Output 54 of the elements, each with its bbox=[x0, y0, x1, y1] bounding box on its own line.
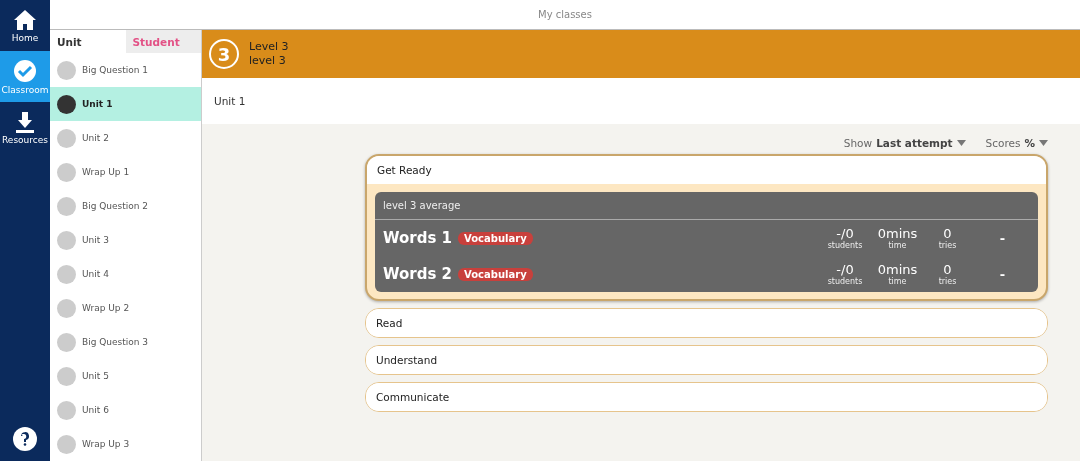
stat-label: tries bbox=[938, 240, 957, 250]
caret-icon bbox=[1039, 140, 1048, 146]
stat-label: time bbox=[888, 276, 907, 286]
score-value: - bbox=[998, 266, 1007, 282]
status-dot-icon bbox=[57, 366, 76, 386]
status-dot-icon bbox=[57, 162, 76, 182]
activity-name: Words 1 bbox=[383, 229, 453, 247]
level-badge: 3 bbox=[209, 39, 239, 69]
unit-title: Unit 1 bbox=[202, 78, 1080, 124]
status-dot-icon bbox=[57, 264, 76, 284]
stat-value: -/0 bbox=[836, 226, 854, 241]
section-title: Read bbox=[376, 317, 403, 329]
sidebar-item[interactable]: Unit 1 bbox=[50, 87, 201, 121]
section-title: Understand bbox=[376, 354, 438, 366]
help-icon[interactable] bbox=[13, 427, 37, 451]
status-dot-icon bbox=[57, 196, 76, 216]
status-dot-icon bbox=[57, 128, 76, 148]
caret-icon bbox=[956, 140, 966, 146]
stat-value: 0 bbox=[943, 262, 952, 277]
average-label: level 3 average bbox=[375, 192, 1038, 220]
status-dot-icon bbox=[57, 94, 76, 114]
section-card[interactable]: Get Ready level 3 average Words 1 Vocabulary -/0 students 0mins time 0 tries - Words 2 Vocabulary -/0 students 0mins time 0 tries - bbox=[365, 154, 1048, 301]
status-dot-icon bbox=[57, 400, 76, 420]
status-dot-icon bbox=[57, 298, 76, 318]
status-dot-icon bbox=[57, 230, 76, 250]
checkmark-icon bbox=[13, 58, 37, 83]
stat-value: 0 bbox=[943, 226, 952, 241]
section-card[interactable]: Read bbox=[365, 308, 1048, 338]
activity-tag: Vocabulary bbox=[458, 231, 533, 245]
filter-dropdown[interactable]: Scores % bbox=[985, 132, 1048, 154]
stat-value: 0mins bbox=[877, 226, 918, 241]
level-subtitle: level 3 bbox=[249, 54, 287, 68]
nav-item[interactable]: Resources bbox=[0, 102, 50, 153]
section-title: Communicate bbox=[376, 391, 450, 403]
status-dot-icon bbox=[57, 434, 76, 454]
stat-label: students bbox=[827, 240, 863, 250]
activity-name: Words 2 bbox=[383, 265, 453, 283]
section-title: Get Ready bbox=[377, 164, 432, 176]
status-dot-icon bbox=[57, 332, 76, 352]
stat-label: students bbox=[827, 276, 863, 286]
section-card[interactable]: Communicate bbox=[365, 382, 1048, 412]
home-icon bbox=[13, 8, 37, 31]
stat-value: 0mins bbox=[877, 262, 918, 277]
section-card[interactable]: Understand bbox=[365, 345, 1048, 375]
stat-value: -/0 bbox=[836, 262, 854, 277]
download-icon bbox=[14, 110, 36, 133]
nav-item[interactable]: Home bbox=[0, 0, 50, 51]
stat-label: time bbox=[888, 240, 907, 250]
filter-dropdown[interactable]: Show Last attempt bbox=[843, 132, 966, 154]
stat-label: tries bbox=[938, 276, 957, 286]
level-title: Level 3 bbox=[249, 40, 289, 54]
score-value: - bbox=[998, 230, 1007, 246]
activity-tag: Vocabulary bbox=[458, 267, 533, 281]
status-dot-icon bbox=[57, 60, 76, 80]
